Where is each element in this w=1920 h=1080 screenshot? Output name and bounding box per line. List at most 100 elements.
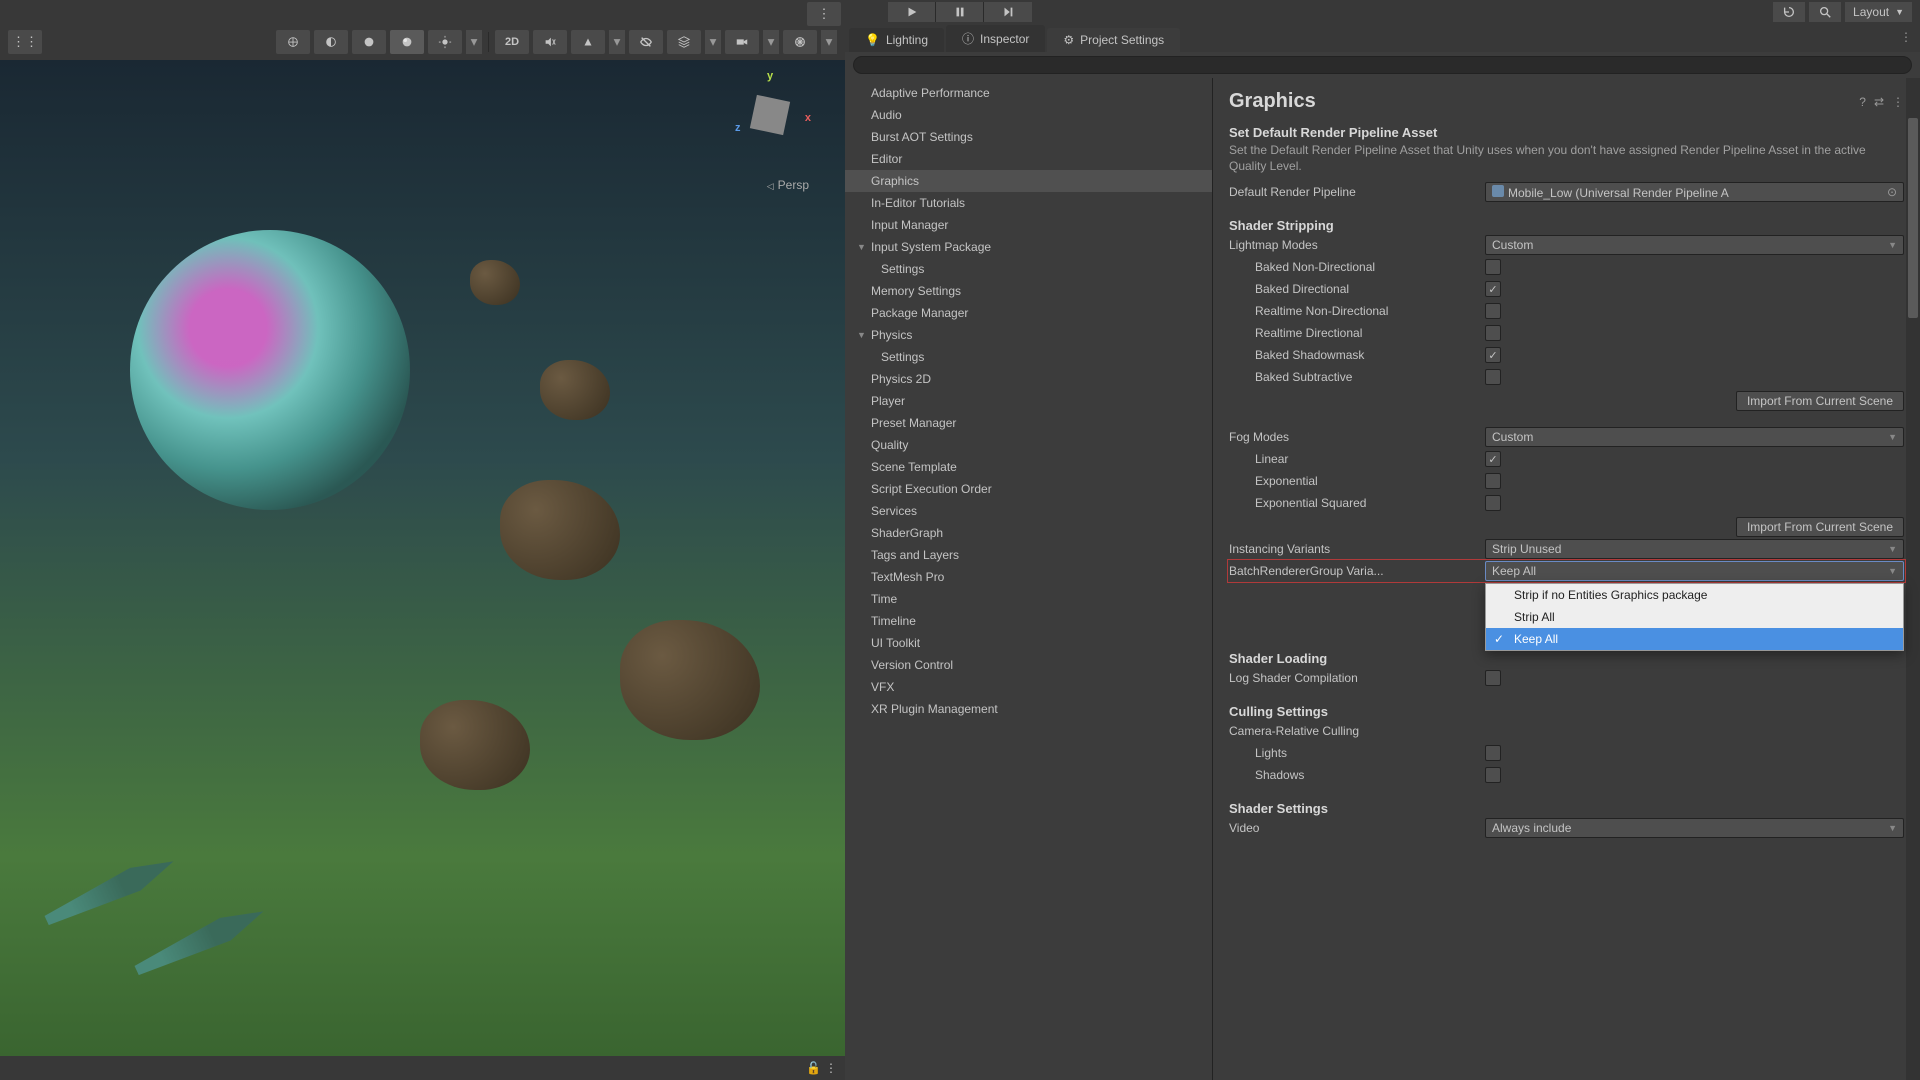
fog-modes-dropdown[interactable]: Custom▼ <box>1485 427 1904 447</box>
step-button[interactable] <box>984 2 1032 22</box>
nav-textmesh-pro[interactable]: TextMesh Pro <box>845 566 1212 588</box>
nav-services[interactable]: Services <box>845 500 1212 522</box>
nav-memory-settings[interactable]: Memory Settings <box>845 280 1212 302</box>
orientation-gizmo[interactable]: y x z <box>725 70 815 160</box>
debug-draw-icon[interactable] <box>428 30 462 54</box>
nav-vfx[interactable]: VFX <box>845 676 1212 698</box>
nav-physics-settings[interactable]: Settings <box>845 346 1212 368</box>
culling-shadows-checkbox[interactable] <box>1485 767 1501 783</box>
prop-label: Lightmap Modes <box>1229 238 1485 252</box>
nav-audio[interactable]: Audio <box>845 104 1212 126</box>
scene-view[interactable]: y x z ◁Persp <box>0 60 845 1056</box>
camera-dropdown[interactable]: ▾ <box>763 30 779 54</box>
tab-inspector[interactable]: ⓘ Inspector <box>946 25 1045 52</box>
nav-xr-plugin[interactable]: XR Plugin Management <box>845 698 1212 720</box>
visibility-toggle-icon[interactable] <box>629 30 663 54</box>
nav-input-system-package[interactable]: ▼Input System Package <box>845 236 1212 258</box>
play-button[interactable] <box>888 2 936 22</box>
nav-ui-toolkit[interactable]: UI Toolkit <box>845 632 1212 654</box>
dropdown-option-strip-if-none[interactable]: Strip if no Entities Graphics package <box>1486 584 1903 606</box>
layout-dropdown[interactable]: Layout ▼ <box>1845 2 1912 22</box>
realtime-directional-checkbox[interactable] <box>1485 325 1501 341</box>
nav-burst-aot[interactable]: Burst AOT Settings <box>845 126 1212 148</box>
nav-physics-2d[interactable]: Physics 2D <box>845 368 1212 390</box>
nav-package-manager[interactable]: Package Manager <box>845 302 1212 324</box>
fog-exponential-checkbox[interactable] <box>1485 473 1501 489</box>
nav-adaptive-performance[interactable]: Adaptive Performance <box>845 82 1212 104</box>
baked-non-directional-checkbox[interactable] <box>1485 259 1501 275</box>
import-lightmap-button[interactable]: Import From Current Scene <box>1736 391 1904 411</box>
tab-project-settings[interactable]: ⚙ Project Settings <box>1047 28 1180 52</box>
nav-input-system-settings[interactable]: Settings <box>845 258 1212 280</box>
shading-wireframe-icon[interactable] <box>276 30 310 54</box>
fx-toggle-icon[interactable] <box>571 30 605 54</box>
fog-exp-squared-checkbox[interactable] <box>1485 495 1501 511</box>
axis-x-label: x <box>805 112 811 124</box>
scrollbar-thumb[interactable] <box>1908 118 1918 318</box>
lightmap-modes-dropdown[interactable]: Custom▼ <box>1485 235 1904 255</box>
section-shader-stripping: Shader Stripping <box>1229 218 1904 233</box>
tab-menu-icon[interactable]: ⋮ <box>1900 30 1912 44</box>
nav-script-execution-order[interactable]: Script Execution Order <box>845 478 1212 500</box>
nav-time[interactable]: Time <box>845 588 1212 610</box>
nav-tags-and-layers[interactable]: Tags and Layers <box>845 544 1212 566</box>
audio-toggle-icon[interactable] <box>533 30 567 54</box>
log-shader-compilation-checkbox[interactable] <box>1485 670 1501 686</box>
object-picker-icon[interactable]: ⊙ <box>1887 185 1897 199</box>
realtime-non-directional-checkbox[interactable] <box>1485 303 1501 319</box>
dropdown-option-keep-all[interactable]: Keep All <box>1486 628 1903 650</box>
debug-draw-dropdown[interactable]: ▾ <box>466 30 482 54</box>
settings-menu-icon[interactable]: ⋮ <box>1892 95 1904 109</box>
baked-directional-checkbox[interactable] <box>1485 281 1501 297</box>
2d-toggle[interactable]: 2D <box>495 30 529 54</box>
lock-icon[interactable]: 🔓 <box>806 1061 821 1075</box>
shading-shaded-icon[interactable] <box>390 30 424 54</box>
settings-nav[interactable]: Adaptive Performance Audio Burst AOT Set… <box>845 78 1213 1080</box>
grip-icon[interactable]: ⋮⋮ <box>8 30 42 54</box>
fx-dropdown[interactable]: ▾ <box>609 30 625 54</box>
chevron-down-icon: ▼ <box>1888 566 1897 576</box>
shading-shadedwire-icon[interactable] <box>314 30 348 54</box>
nav-shadergraph[interactable]: ShaderGraph <box>845 522 1212 544</box>
import-fog-button[interactable]: Import From Current Scene <box>1736 517 1904 537</box>
baked-shadowmask-checkbox[interactable] <box>1485 347 1501 363</box>
nav-version-control[interactable]: Version Control <box>845 654 1212 676</box>
fog-linear-checkbox[interactable] <box>1485 451 1501 467</box>
projection-label[interactable]: ◁Persp <box>767 178 809 192</box>
nav-input-manager[interactable]: Input Manager <box>845 214 1212 236</box>
settings-content[interactable]: Graphics ? ⇄ ⋮ Set Default Render Pipeli… <box>1213 78 1920 1080</box>
nav-quality[interactable]: Quality <box>845 434 1212 456</box>
nav-player[interactable]: Player <box>845 390 1212 412</box>
camera-icon[interactable] <box>725 30 759 54</box>
transport-controls <box>888 2 1032 22</box>
scene-panel-menu-icon[interactable]: ⋮ <box>825 1061 837 1075</box>
preset-icon[interactable]: ⇄ <box>1874 95 1884 109</box>
batch-renderer-dropdown[interactable]: Keep All▼ <box>1485 561 1904 581</box>
video-dropdown[interactable]: Always include▼ <box>1485 818 1904 838</box>
nav-editor[interactable]: Editor <box>845 148 1212 170</box>
nav-scene-template[interactable]: Scene Template <box>845 456 1212 478</box>
baked-subtractive-checkbox[interactable] <box>1485 369 1501 385</box>
nav-graphics[interactable]: Graphics <box>845 170 1212 192</box>
pause-button[interactable] <box>936 2 984 22</box>
layers-icon[interactable] <box>667 30 701 54</box>
nav-preset-manager[interactable]: Preset Manager <box>845 412 1212 434</box>
help-icon[interactable]: ? <box>1859 95 1866 109</box>
nav-in-editor-tutorials[interactable]: In-Editor Tutorials <box>845 192 1212 214</box>
tab-lighting[interactable]: 💡 Lighting <box>849 28 944 52</box>
gizmos-dropdown[interactable]: ▾ <box>821 30 837 54</box>
shading-unlit-icon[interactable] <box>352 30 386 54</box>
search-icon[interactable] <box>1809 2 1841 22</box>
undo-history-icon[interactable] <box>1773 2 1805 22</box>
dropdown-option-strip-all[interactable]: Strip All <box>1486 606 1903 628</box>
gizmos-icon[interactable] <box>783 30 817 54</box>
default-pipeline-field[interactable]: Mobile_Low (Universal Render Pipeline A … <box>1485 182 1904 202</box>
nav-timeline[interactable]: Timeline <box>845 610 1212 632</box>
scene-toolbar-menu-icon[interactable]: ⋮ <box>807 2 841 26</box>
culling-lights-checkbox[interactable] <box>1485 745 1501 761</box>
layers-dropdown[interactable]: ▾ <box>705 30 721 54</box>
scrollbar[interactable] <box>1906 78 1920 1080</box>
settings-search-input[interactable] <box>853 56 1912 74</box>
instancing-variants-dropdown[interactable]: Strip Unused▼ <box>1485 539 1904 559</box>
nav-physics[interactable]: ▼Physics <box>845 324 1212 346</box>
